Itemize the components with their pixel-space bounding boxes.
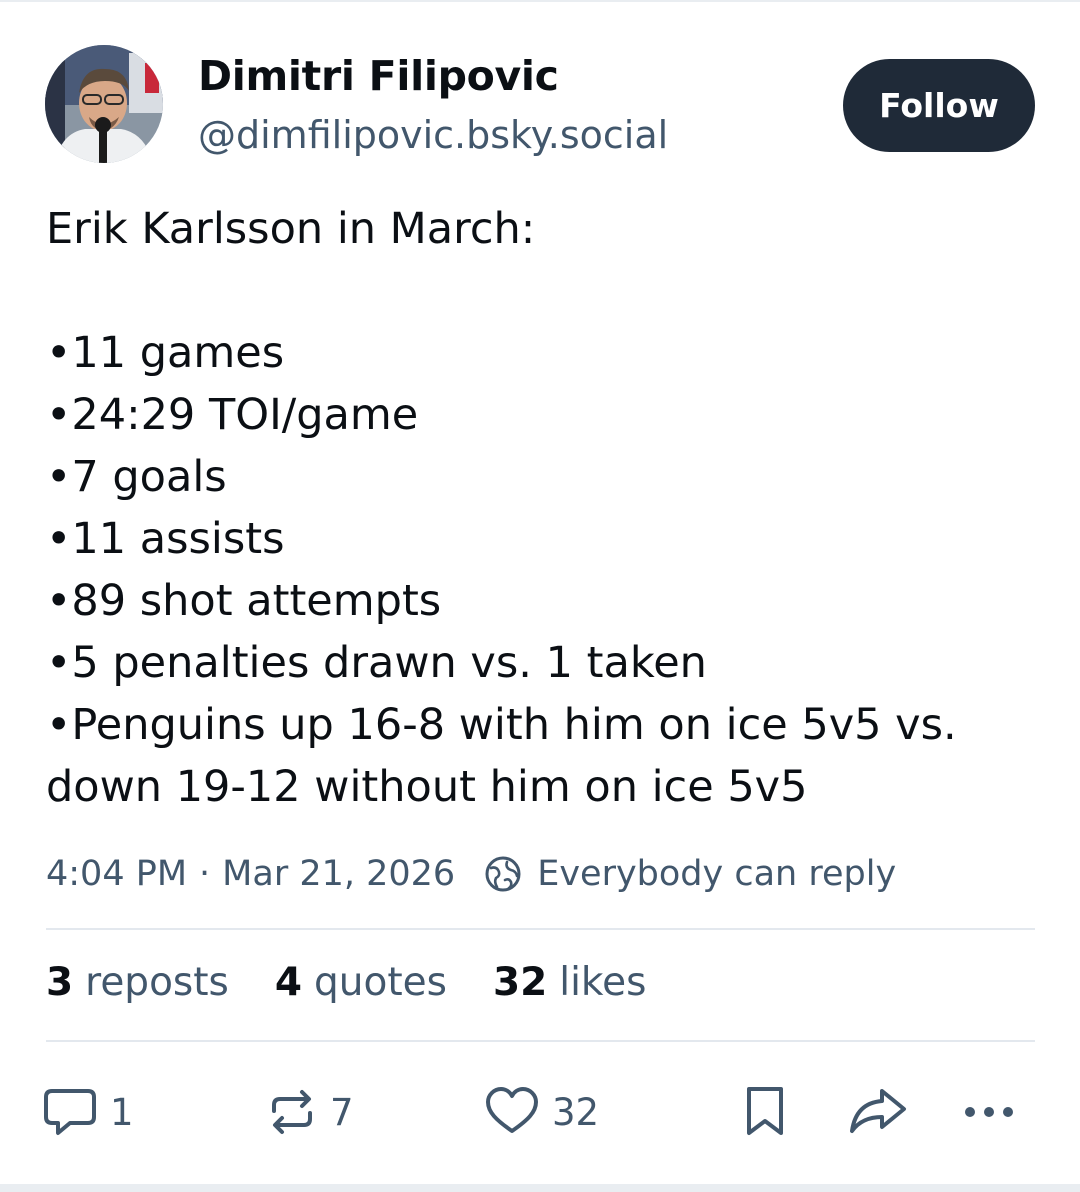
author-display-name[interactable]: Dimitri Filipovic bbox=[198, 52, 559, 100]
ellipsis-icon bbox=[965, 1107, 1013, 1117]
post-meta: 4:04 PM · Mar 21, 2026 Everybody can rep… bbox=[46, 848, 896, 900]
reposts-label: reposts bbox=[85, 960, 229, 1005]
post-bullet: •24:29 TOI/game bbox=[46, 390, 419, 440]
reposts-stat[interactable]: 3 reposts bbox=[46, 960, 229, 1005]
globe-icon bbox=[483, 854, 523, 894]
post-body: Erik Karlsson in March: •11 games •24:29… bbox=[46, 198, 1046, 818]
post-bullet: •11 assists bbox=[46, 514, 285, 564]
share-button[interactable] bbox=[848, 1085, 908, 1139]
reply-button[interactable]: 1 bbox=[42, 1085, 134, 1139]
quotes-count: 4 bbox=[274, 960, 302, 1005]
post-bullet: •5 penalties drawn vs. 1 taken bbox=[46, 638, 707, 688]
meta-separator: · bbox=[199, 854, 211, 894]
divider bbox=[46, 928, 1035, 930]
post-bullet: •7 goals bbox=[46, 452, 227, 502]
post-bullet: •89 shot attempts bbox=[46, 576, 442, 626]
top-border bbox=[0, 0, 1080, 2]
reply-setting[interactable]: Everybody can reply bbox=[537, 854, 896, 894]
like-button[interactable]: 32 bbox=[484, 1085, 599, 1139]
bottom-border bbox=[0, 1184, 1080, 1192]
like-count: 32 bbox=[552, 1090, 600, 1134]
speech-bubble-icon bbox=[44, 1089, 96, 1135]
likes-count: 32 bbox=[492, 960, 548, 1005]
reply-count: 1 bbox=[110, 1090, 134, 1134]
reposts-count: 3 bbox=[46, 960, 74, 1005]
heart-icon bbox=[486, 1087, 538, 1133]
post-time[interactable]: 4:04 PM bbox=[46, 854, 187, 894]
author-handle[interactable]: @dimfilipovic.bsky.social bbox=[198, 113, 668, 157]
follow-button[interactable]: Follow bbox=[843, 59, 1035, 152]
more-options-button[interactable] bbox=[960, 1085, 1020, 1139]
divider bbox=[46, 1040, 1035, 1042]
quotes-stat[interactable]: 4 quotes bbox=[275, 960, 447, 1005]
bookmark-icon bbox=[747, 1087, 783, 1135]
post-intro: Erik Karlsson in March: bbox=[46, 204, 536, 254]
post-bullet: •Penguins up 16-8 with him on ice 5v5 vs… bbox=[46, 700, 957, 812]
post-date[interactable]: Mar 21, 2026 bbox=[222, 854, 455, 894]
repost-button[interactable]: 7 bbox=[266, 1085, 354, 1139]
avatar-photo-icon bbox=[45, 45, 163, 163]
quotes-label: quotes bbox=[314, 960, 447, 1005]
likes-stat[interactable]: 32 likes bbox=[493, 960, 646, 1005]
repost-icon bbox=[272, 1090, 312, 1134]
engagement-stats: 3 reposts 4 quotes 32 likes bbox=[46, 960, 692, 1005]
bookmark-button[interactable] bbox=[741, 1085, 789, 1139]
post-bullet: •11 games bbox=[46, 328, 285, 378]
repost-count: 7 bbox=[330, 1090, 354, 1134]
author-avatar[interactable] bbox=[45, 45, 163, 163]
share-arrow-icon bbox=[850, 1089, 906, 1133]
likes-label: likes bbox=[559, 960, 647, 1005]
